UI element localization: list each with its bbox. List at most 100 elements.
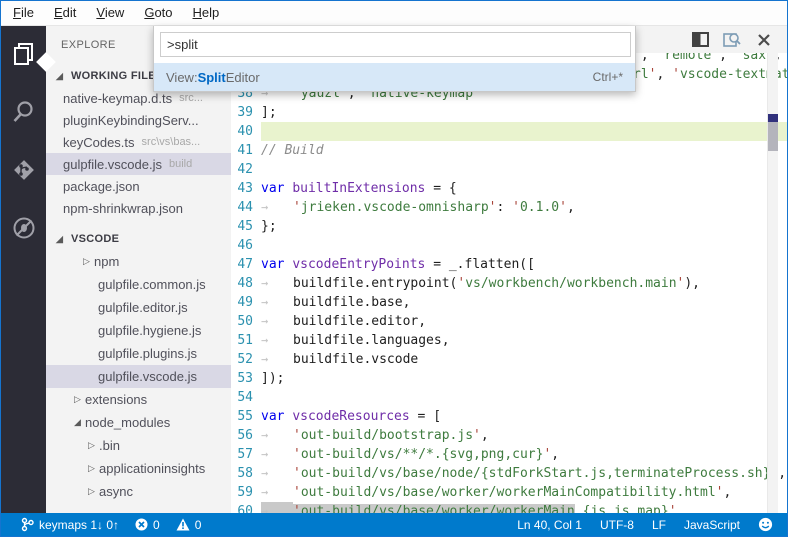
scrollbar-thumb[interactable]	[768, 114, 778, 151]
cursor-position[interactable]: Ln 40, Col 1	[517, 518, 582, 532]
line-content: →'out-build/vs/base/worker/workerMain.{j…	[261, 502, 787, 513]
tab-arrow: →	[261, 447, 269, 461]
tab-arrow: →	[261, 200, 269, 214]
code-editor[interactable]: 36', 'remote', 'sax',37rl', 'vscode-text…	[231, 53, 787, 513]
tab-arrow: →	[261, 485, 269, 499]
code-line: 54	[231, 388, 787, 407]
line-content: };	[261, 219, 277, 234]
tree-item-label: gulpfile.plugins.js	[98, 346, 198, 361]
status-label: LF	[651, 517, 666, 532]
line-content: →'out-build/vs/base/node/{stdForkStart.j…	[261, 466, 787, 481]
code-line: 59 →'out-build/vs/base/worker/workerMainC…	[231, 483, 787, 502]
feedback-smiley-icon[interactable]	[758, 517, 773, 532]
tree-item[interactable]: gulpfile.hygiene.js	[46, 319, 231, 342]
tab-arrow: →	[261, 428, 269, 442]
code-line: 44 →'jrieken.vscode-omnisharp': '0.1.0',	[231, 198, 787, 217]
activity-item-search[interactable]	[10, 98, 38, 126]
line-number: 55	[237, 409, 253, 424]
line-number: 43	[237, 181, 253, 196]
line-content	[261, 236, 787, 255]
tree-item-badge: build	[169, 158, 193, 170]
tree-item[interactable]: gulpfile.common.js	[46, 273, 231, 296]
line-number: 58	[237, 466, 253, 481]
code-line: 43 var builtInExtensions = {	[231, 179, 787, 198]
section-label: WORKING FILES	[71, 70, 164, 82]
git-branch-status[interactable]: keymaps 1↓ 0↑	[21, 517, 119, 532]
line-content: → buildfile.entrypoint('vs/workbench/work…	[261, 276, 701, 291]
code-line: 55 var vscodeResources = [	[231, 407, 787, 426]
code-line: 42	[231, 160, 787, 179]
encoding[interactable]: UTF-8	[600, 518, 634, 532]
menu-item-edit[interactable]: Edit	[44, 1, 86, 25]
tree-item[interactable]: pluginKeybindingServ...	[46, 109, 231, 131]
tree-item[interactable]: gulpfile.editor.js	[46, 296, 231, 319]
section-vscode: ◢ VSCODE ▷ npm gulpfile.common.js gulpfile.ed…	[46, 228, 231, 503]
command-result-row[interactable]: View: Split Editor Ctrl+*	[154, 63, 635, 91]
menu-item-goto[interactable]: Goto	[134, 1, 182, 25]
line-content: →'out-build/vs/base/worker/workerMainCom…	[261, 485, 732, 500]
eol[interactable]: LF	[652, 518, 666, 532]
tree-item[interactable]: gulpfile.plugins.js	[46, 342, 231, 365]
menu-item-help[interactable]: Help	[183, 1, 230, 25]
code-line: 45};	[231, 217, 787, 236]
line-number: 59	[237, 485, 253, 500]
activity-item-git[interactable]	[10, 156, 38, 184]
tree-item[interactable]: ▷ npm	[46, 250, 231, 273]
menu-item-file[interactable]: File	[3, 1, 44, 25]
overview-ruler-mark	[768, 114, 778, 122]
command-input[interactable]	[160, 32, 631, 57]
activity-item-debug[interactable]	[10, 214, 38, 242]
tab-arrow: →	[261, 314, 269, 328]
menu-item-view[interactable]: View	[86, 1, 134, 25]
error-count[interactable]: 0	[135, 518, 160, 532]
line-content: → buildfile.languages,	[261, 333, 450, 348]
code-line: 60 →'out-build/vs/base/worker/workerMain.…	[231, 502, 787, 513]
tree-item-label: node_modules	[85, 415, 171, 430]
tree-item[interactable]: package.json	[46, 175, 231, 197]
code-line: 49 → buildfile.base,	[231, 293, 787, 312]
result-keybinding: Ctrl+*	[592, 70, 623, 84]
warning-count[interactable]: 0	[176, 518, 201, 532]
search-preview-icon[interactable]	[723, 31, 741, 49]
status-bar: keymaps 1↓ 0↑ 0 0 Ln 40, Col 1 UTF-8 LF JavaS…	[1, 513, 787, 536]
code-line: 48 → buildfile.entrypoint('vs/workbench/wo…	[231, 274, 787, 293]
tab-arrow: →	[261, 352, 269, 366]
result-suffix: Editor	[225, 69, 260, 85]
line-content: var vscodeResources = [	[261, 409, 442, 424]
tree-item-label: extensions	[85, 392, 148, 407]
code-line: 46	[231, 236, 787, 255]
code-line: 40	[231, 122, 787, 141]
line-number: 57	[237, 447, 253, 462]
tree-item[interactable]: npm-shrinkwrap.json	[46, 197, 231, 219]
tree-item[interactable]: ◢ node_modules	[46, 411, 231, 434]
tree-item-label: gulpfile.common.js	[98, 277, 206, 292]
split-editor-icon[interactable]	[691, 31, 709, 49]
twistie-closed-icon: ▷	[88, 463, 95, 473]
activity-item-explorer[interactable]	[10, 40, 38, 68]
line-number: 45	[237, 219, 253, 234]
line-content	[261, 122, 787, 141]
editor-scrollbar	[767, 53, 778, 513]
tree-item[interactable]: ▷ extensions	[46, 388, 231, 411]
line-number: 60	[237, 504, 253, 513]
line-number: 44	[237, 200, 253, 215]
activity-bar	[1, 26, 46, 513]
line-content: ]);	[261, 371, 285, 386]
section-header[interactable]: ◢ VSCODE	[46, 228, 231, 250]
result-prefix: View:	[166, 69, 198, 85]
tree-item[interactable]: ▷ .bin	[46, 434, 231, 457]
tree-item[interactable]: ▷ async	[46, 480, 231, 503]
line-content	[261, 388, 787, 407]
line-number: 56	[237, 428, 253, 443]
close-icon[interactable]	[755, 31, 773, 49]
line-content: →'out-build/vs/**/*.{svg,png,cur}',	[261, 447, 560, 462]
tree-item[interactable]: keyCodes.ts src\vs\bas...	[46, 131, 231, 153]
tab-arrow: →	[261, 276, 269, 290]
code-line: 41 // Build	[231, 141, 787, 160]
line-content: → buildfile.editor,	[261, 314, 427, 329]
files-icon	[11, 41, 37, 67]
language-mode[interactable]: JavaScript	[684, 518, 740, 532]
tree-item[interactable]: ▷ applicationinsights	[46, 457, 231, 480]
tree-item[interactable]: gulpfile.vscode.js build	[46, 153, 231, 175]
tree-item[interactable]: gulpfile.vscode.js	[46, 365, 231, 388]
